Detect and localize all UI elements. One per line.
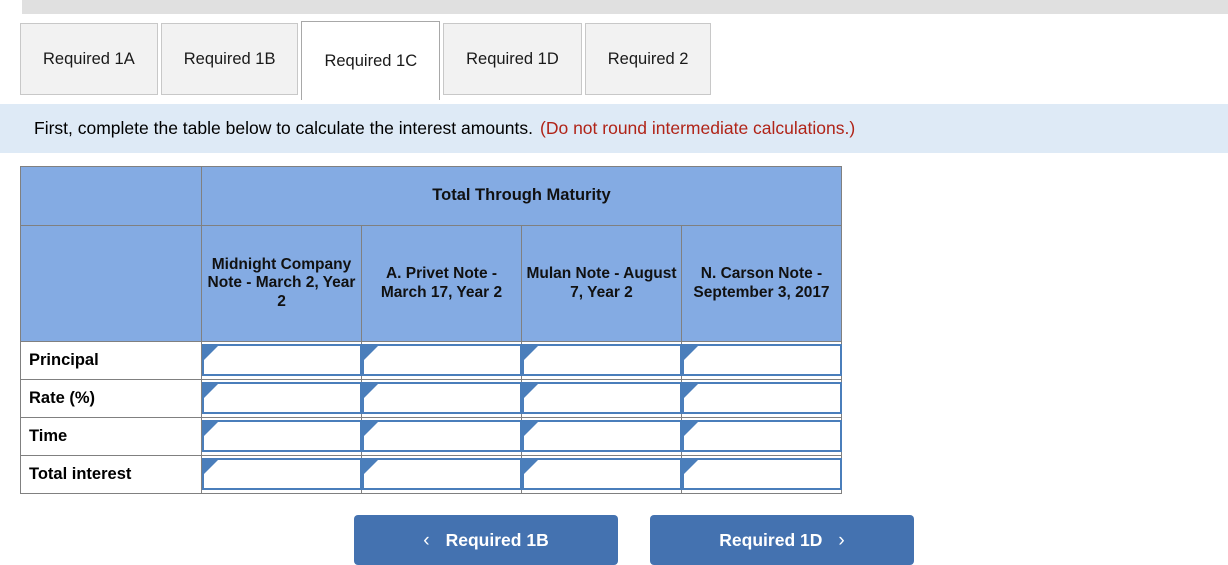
table-row: Total interest bbox=[20, 455, 842, 494]
input-r4-c3[interactable] bbox=[522, 458, 682, 490]
cell-marker-icon bbox=[684, 422, 698, 436]
cell-marker-icon bbox=[524, 346, 538, 360]
input-r1-c3[interactable] bbox=[522, 344, 682, 376]
tab-label: Required 2 bbox=[607, 49, 689, 68]
cell-marker-icon bbox=[684, 460, 698, 474]
column-header-3: Mulan Note - August 7, Year 2 bbox=[521, 225, 682, 342]
table-cell bbox=[201, 379, 362, 418]
tab-required-1c[interactable]: Required 1C bbox=[301, 21, 441, 100]
table-corner-cell-blank bbox=[20, 225, 202, 342]
input-r4-c2[interactable] bbox=[362, 458, 522, 490]
tab-label: Required 1D bbox=[466, 49, 559, 68]
table-cell bbox=[201, 341, 362, 380]
cell-marker-icon bbox=[364, 422, 378, 436]
cell-marker-icon bbox=[364, 460, 378, 474]
next-button-label: Required 1D bbox=[719, 529, 823, 550]
table-corner-cell bbox=[20, 166, 202, 226]
column-header-2: A. Privet Note - March 17, Year 2 bbox=[361, 225, 522, 342]
table-cell bbox=[361, 379, 522, 418]
table-cell bbox=[521, 379, 682, 418]
row-label-principal: Principal bbox=[20, 341, 202, 380]
cell-marker-icon bbox=[204, 384, 218, 398]
instruction-text: First, complete the table below to calcu… bbox=[34, 118, 534, 138]
tab-label: Required 1C bbox=[324, 51, 418, 70]
cell-marker-icon bbox=[204, 346, 218, 360]
instruction-note: (Do not round intermediate calculations.… bbox=[540, 118, 856, 138]
input-r4-c4[interactable] bbox=[682, 458, 842, 490]
tab-required-1d[interactable]: Required 1D bbox=[443, 23, 582, 95]
cell-marker-icon bbox=[684, 384, 698, 398]
table-cell bbox=[681, 417, 842, 456]
table-header-row-merged: Total Through Maturity bbox=[20, 166, 842, 226]
table-row: Time bbox=[20, 417, 842, 456]
cell-marker-icon bbox=[204, 460, 218, 474]
table-row: Principal bbox=[20, 341, 842, 380]
input-r2-c2[interactable] bbox=[362, 382, 522, 414]
row-label-total-interest: Total interest bbox=[20, 455, 202, 494]
table-cell bbox=[361, 341, 522, 380]
cell-marker-icon bbox=[524, 384, 538, 398]
table-cell bbox=[521, 455, 682, 494]
tab-required-2[interactable]: Required 2 bbox=[584, 23, 712, 95]
row-label-rate: Rate (%) bbox=[20, 379, 202, 418]
column-header-4: N. Carson Note - September 3, 2017 bbox=[681, 225, 842, 342]
tab-bar: Required 1A Required 1B Required 1C Require… bbox=[20, 21, 1228, 105]
column-header-1: Midnight Company Note - March 2, Year 2 bbox=[201, 225, 362, 342]
navigation-buttons: ‹ Required 1B Required 1D › bbox=[0, 515, 1228, 565]
input-r2-c1[interactable] bbox=[202, 382, 362, 414]
table-cell bbox=[361, 417, 522, 456]
input-r3-c2[interactable] bbox=[362, 420, 522, 452]
table-header-row-columns: Midnight Company Note - March 2, Year 2A… bbox=[20, 225, 842, 342]
table-cell bbox=[681, 379, 842, 418]
input-r1-c1[interactable] bbox=[202, 344, 362, 376]
tab-label: Required 1B bbox=[183, 49, 276, 68]
chevron-right-icon: › bbox=[838, 529, 845, 551]
next-required-1d-button[interactable]: Required 1D › bbox=[650, 515, 914, 565]
input-r3-c1[interactable] bbox=[202, 420, 362, 452]
tab-required-1a[interactable]: Required 1A bbox=[20, 23, 158, 95]
row-label-time: Time bbox=[20, 417, 202, 456]
top-strip-bar bbox=[22, 0, 1228, 14]
top-strip-gap bbox=[0, 0, 22, 14]
cell-marker-icon bbox=[364, 384, 378, 398]
input-r3-c3[interactable] bbox=[522, 420, 682, 452]
tab-label: Required 1A bbox=[43, 49, 135, 68]
table-cell bbox=[521, 341, 682, 380]
tab-list: Required 1A Required 1B Required 1C Require… bbox=[20, 21, 1228, 105]
top-strip bbox=[0, 0, 1228, 14]
interest-table: Total Through Maturity Midnight Company N… bbox=[20, 166, 842, 494]
input-r2-c4[interactable] bbox=[682, 382, 842, 414]
cell-marker-icon bbox=[684, 346, 698, 360]
chevron-left-icon: ‹ bbox=[423, 529, 430, 551]
input-r1-c2[interactable] bbox=[362, 344, 522, 376]
input-r1-c4[interactable] bbox=[682, 344, 842, 376]
cell-marker-icon bbox=[364, 346, 378, 360]
tab-required-1b[interactable]: Required 1B bbox=[160, 23, 299, 95]
table-cell bbox=[201, 455, 362, 494]
input-r3-c4[interactable] bbox=[682, 420, 842, 452]
input-r2-c3[interactable] bbox=[522, 382, 682, 414]
table-cell bbox=[361, 455, 522, 494]
input-r4-c1[interactable] bbox=[202, 458, 362, 490]
instruction-bar: First, complete the table below to calcu… bbox=[0, 104, 1228, 153]
table-cell bbox=[201, 417, 362, 456]
previous-button-label: Required 1B bbox=[445, 529, 549, 550]
table-cell bbox=[681, 455, 842, 494]
cell-marker-icon bbox=[524, 422, 538, 436]
table-cell bbox=[681, 341, 842, 380]
cell-marker-icon bbox=[524, 460, 538, 474]
table-cell bbox=[521, 417, 682, 456]
cell-marker-icon bbox=[204, 422, 218, 436]
table-row: Rate (%) bbox=[20, 379, 842, 418]
interest-table-area: Total Through Maturity Midnight Company N… bbox=[20, 166, 1228, 494]
previous-required-1b-button[interactable]: ‹ Required 1B bbox=[354, 515, 618, 565]
merged-header-cell: Total Through Maturity bbox=[201, 166, 842, 226]
